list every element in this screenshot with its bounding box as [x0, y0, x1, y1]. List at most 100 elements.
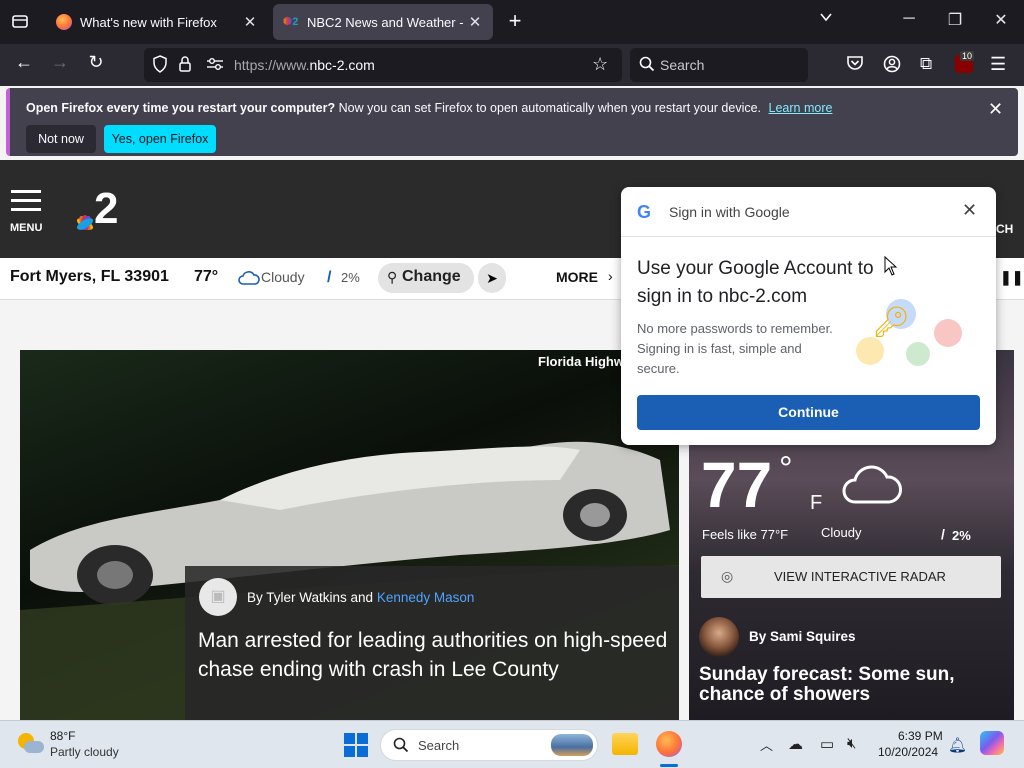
taskbar-temp[interactable]: 88°F: [50, 729, 75, 743]
search-icon: [393, 737, 409, 758]
taskbar-search-box[interactable]: Search: [380, 729, 598, 761]
nbc2-logo[interactable]: 2: [68, 184, 130, 234]
notification-bold: Open Firefox every time you restart your…: [26, 101, 336, 115]
tray-chevron-icon[interactable]: ︿: [760, 735, 773, 754]
not-now-button[interactable]: Not now: [26, 125, 96, 153]
cloud-icon: [238, 270, 260, 291]
view-radar-button[interactable]: ◎ VIEW INTERACTIVE RADAR: [701, 556, 1001, 598]
tab-whats-new[interactable]: What's new with Firefox ✕: [46, 4, 268, 40]
menu-label[interactable]: MENU: [10, 222, 42, 234]
firefox-active-indicator: [660, 764, 678, 767]
search-highlight-image: [551, 734, 593, 756]
tab-overflow-chevron-icon[interactable]: [814, 10, 838, 27]
forecast-headline[interactable]: Sunday forecast: Some sun, chance of sho…: [699, 665, 999, 705]
new-tab-icon[interactable]: +: [504, 8, 526, 34]
google-g-icon: G: [637, 202, 652, 222]
network-icon[interactable]: ▭: [820, 735, 834, 753]
popup-header: Sign in with Google: [669, 204, 790, 220]
locate-me-button[interactable]: ➤: [478, 263, 506, 293]
close-notification-icon[interactable]: ✕: [988, 99, 1003, 120]
close-tab-icon[interactable]: ✕: [467, 13, 483, 31]
more-menu[interactable]: MORE: [556, 269, 598, 285]
extensions-icon[interactable]: ⧉: [920, 54, 932, 74]
forward-icon[interactable]: →: [46, 52, 74, 73]
clock-date[interactable]: 10/20/2024: [878, 745, 938, 759]
weather-unit: F: [810, 492, 823, 514]
learn-more-link[interactable]: Learn more: [769, 101, 833, 115]
tab-title: NBC2 News and Weather - Sou: [307, 14, 467, 30]
taskbar-search-label: Search: [418, 738, 460, 753]
precip-text: 2%: [341, 270, 360, 285]
more-chevron-icon[interactable]: ›: [608, 268, 613, 284]
rain-drop-icon: /: [327, 269, 332, 286]
minimize-icon[interactable]: ─: [886, 10, 932, 28]
popup-body: No more passwords to remember. Signing i…: [637, 321, 833, 376]
volume-icon[interactable]: 🔇︎: [847, 735, 856, 752]
key-icon: 🔑︎: [872, 306, 911, 339]
story-headline[interactable]: Man arrested for leading authorities on …: [198, 626, 668, 684]
pocket-icon[interactable]: [846, 55, 864, 76]
windows-start-icon[interactable]: [344, 733, 368, 757]
weather-cloud-icon: [841, 460, 905, 511]
location-pin-icon: ⚲: [387, 269, 398, 285]
notification-bell-icon[interactable]: 🔔︎: [948, 736, 967, 754]
search-bar[interactable]: Search: [630, 48, 808, 82]
hamburger-menu-icon[interactable]: [11, 190, 41, 211]
tab-nbc2[interactable]: ✺2 NBC2 News and Weather - Sou ✕: [273, 4, 493, 40]
copilot-icon[interactable]: [980, 731, 1004, 755]
mouse-cursor-icon: [884, 255, 898, 281]
url-text[interactable]: https://www.nbc-2.com: [234, 57, 375, 73]
reload-icon[interactable]: ↻: [82, 52, 110, 73]
change-location-button[interactable]: ⚲ Change: [378, 263, 474, 293]
url-prefix: https://www.: [234, 57, 310, 73]
author-avatar: [699, 617, 739, 657]
yes-open-firefox-button[interactable]: Yes, open Firefox: [104, 125, 216, 153]
current-temp: 77°: [194, 268, 219, 285]
file-explorer-icon[interactable]: [612, 733, 638, 755]
site-search-label-partial[interactable]: CH: [996, 222, 1013, 236]
permissions-icon[interactable]: [206, 57, 224, 76]
tab-list-icon[interactable]: [8, 12, 32, 32]
close-window-icon[interactable]: ✕: [978, 10, 1024, 30]
windows-taskbar: 88°F Partly cloudy Search ︿ ☁︎ ▭ 🔇︎ 6:39…: [0, 720, 1024, 768]
app-menu-icon[interactable]: ☰: [990, 54, 1006, 75]
continue-button[interactable]: Continue: [637, 395, 980, 430]
condition-text: Cloudy: [261, 269, 305, 285]
url-bar[interactable]: https://www.nbc-2.com ☆: [144, 48, 622, 82]
url-host: nbc-2.com: [309, 57, 375, 73]
close-popup-icon[interactable]: ✕: [962, 200, 977, 221]
shield-icon[interactable]: [152, 55, 168, 78]
restore-icon[interactable]: ❐: [932, 10, 978, 30]
author-link[interactable]: Kennedy Mason: [377, 590, 475, 605]
firefox-notification-bar: Open Firefox every time you restart your…: [6, 88, 1018, 156]
author-avatar: ▣: [199, 578, 237, 616]
search-placeholder: Search: [660, 57, 705, 73]
lock-icon[interactable]: [178, 55, 192, 78]
search-icon: [639, 56, 655, 77]
key-illustration: 🔑︎: [846, 297, 971, 377]
nbc2-favicon-icon: ✺2: [283, 16, 299, 28]
clock-time[interactable]: 6:39 PM: [898, 729, 943, 743]
onedrive-icon[interactable]: ☁︎: [788, 735, 803, 753]
firefox-taskbar-icon[interactable]: [656, 731, 682, 757]
weather-degree: °: [779, 450, 793, 488]
close-tab-icon[interactable]: ✕: [242, 13, 258, 31]
pause-icon[interactable]: ❚❚: [1000, 269, 1023, 286]
weather-precip: 2%: [952, 528, 971, 543]
photo-credit: Florida Highw: [538, 354, 624, 369]
change-label: Change: [402, 268, 461, 285]
back-icon[interactable]: ←: [10, 52, 38, 73]
notification-message: Open Firefox every time you restart your…: [26, 101, 832, 115]
account-icon[interactable]: [883, 55, 901, 78]
extension-badge: 10: [960, 51, 975, 61]
radar-icon: ◎: [721, 568, 734, 584]
taskbar-weather-icon[interactable]: [18, 731, 44, 755]
bookmark-star-icon[interactable]: ☆: [592, 54, 608, 75]
google-signin-popup: G Sign in with Google ✕ Use your Google …: [621, 187, 996, 445]
weather-temp: 77: [701, 449, 773, 521]
taskbar-weather-cond[interactable]: Partly cloudy: [50, 745, 119, 759]
weather-condition: Cloudy: [821, 525, 862, 540]
byline-prefix: By Tyler Watkins and: [247, 590, 377, 605]
story-card[interactable]: ▣ By Tyler Watkins and Kennedy Mason Man…: [185, 566, 679, 720]
tab-title: What's new with Firefox: [80, 14, 217, 30]
